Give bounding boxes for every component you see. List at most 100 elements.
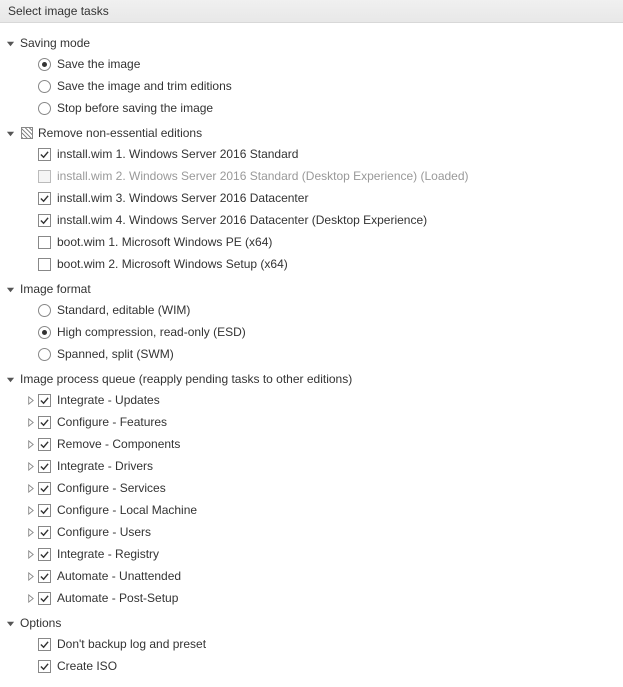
expand-toggle-icon[interactable]	[22, 440, 38, 449]
tree-item[interactable]: Configure - Users	[22, 521, 619, 543]
checkbox[interactable]	[38, 416, 51, 429]
checkbox[interactable]	[38, 548, 51, 561]
item-label: Configure - Features	[57, 415, 167, 429]
tree-item[interactable]: Save the image	[22, 53, 619, 75]
expand-toggle-icon[interactable]	[22, 484, 38, 493]
tree-item[interactable]: Configure - Features	[22, 411, 619, 433]
item-label: boot.wim 2. Microsoft Windows Setup (x64…	[57, 257, 288, 271]
expand-toggle-icon[interactable]	[4, 283, 16, 295]
tree-item[interactable]: High compression, read-only (ESD)	[22, 321, 619, 343]
section-label: Remove non-essential editions	[38, 126, 202, 140]
radio-button[interactable]	[38, 348, 51, 361]
tree-item[interactable]: Standard, editable (WIM)	[22, 299, 619, 321]
tree-item[interactable]: boot.wim 2. Microsoft Windows Setup (x64…	[22, 253, 619, 275]
checkbox[interactable]	[38, 526, 51, 539]
item-label: Configure - Local Machine	[57, 503, 197, 517]
expand-toggle-icon[interactable]	[4, 37, 16, 49]
item-label: High compression, read-only (ESD)	[57, 325, 246, 339]
checkbox[interactable]	[38, 214, 51, 227]
item-label: Configure - Users	[57, 525, 151, 539]
tree-item[interactable]: install.wim 4. Windows Server 2016 Datac…	[22, 209, 619, 231]
item-label: Standard, editable (WIM)	[57, 303, 190, 317]
tree-item[interactable]: Don't backup log and preset	[22, 633, 619, 655]
expand-toggle-icon[interactable]	[22, 506, 38, 515]
item-label: boot.wim 1. Microsoft Windows PE (x64)	[57, 235, 272, 249]
panel-title: Select image tasks	[8, 4, 109, 18]
tree-item[interactable]: Save the image and trim editions	[22, 75, 619, 97]
checkbox[interactable]	[38, 460, 51, 473]
radio-button[interactable]	[38, 102, 51, 115]
item-label: Automate - Post-Setup	[57, 591, 178, 605]
item-label: Stop before saving the image	[57, 101, 213, 115]
item-label: install.wim 1. Windows Server 2016 Stand…	[57, 147, 298, 161]
section-header-saving-mode[interactable]: Saving mode	[4, 33, 619, 53]
checkbox[interactable]	[38, 660, 51, 673]
checkbox[interactable]	[38, 570, 51, 583]
item-label: Create ISO	[57, 659, 117, 673]
radio-button[interactable]	[38, 304, 51, 317]
tree-item[interactable]: Integrate - Drivers	[22, 455, 619, 477]
item-label: Save the image	[57, 57, 140, 71]
section-label: Image process queue (reapply pending tas…	[20, 372, 352, 386]
section-children: Don't backup log and preset Create ISO	[22, 633, 619, 677]
item-label: Integrate - Updates	[57, 393, 160, 407]
expand-toggle-icon[interactable]	[22, 572, 38, 581]
item-label: Integrate - Registry	[57, 547, 159, 561]
section-header-options[interactable]: Options	[4, 613, 619, 633]
tree-item[interactable]: install.wim 1. Windows Server 2016 Stand…	[22, 143, 619, 165]
expand-toggle-icon[interactable]	[22, 418, 38, 427]
panel-header: Select image tasks	[0, 0, 623, 23]
item-label: Integrate - Drivers	[57, 459, 153, 473]
checkbox[interactable]	[38, 482, 51, 495]
section-label: Saving mode	[20, 36, 90, 50]
section-header-remove-editions[interactable]: Remove non-essential editions	[4, 123, 619, 143]
checkbox[interactable]	[38, 504, 51, 517]
checkbox[interactable]	[38, 638, 51, 651]
tree-item[interactable]: boot.wim 1. Microsoft Windows PE (x64)	[22, 231, 619, 253]
checkbox[interactable]	[38, 148, 51, 161]
expand-toggle-icon[interactable]	[4, 373, 16, 385]
radio-button[interactable]	[38, 58, 51, 71]
section-options: Options Don't backup log and preset Create…	[4, 613, 619, 677]
section-process-queue: Image process queue (reapply pending tas…	[4, 369, 619, 609]
tree-item[interactable]: Automate - Unattended	[22, 565, 619, 587]
tree-item: install.wim 2. Windows Server 2016 Stand…	[22, 165, 619, 187]
tree-item[interactable]: Stop before saving the image	[22, 97, 619, 119]
radio-button[interactable]	[38, 80, 51, 93]
checkbox[interactable]	[38, 236, 51, 249]
radio-button[interactable]	[38, 326, 51, 339]
expand-toggle-icon[interactable]	[22, 594, 38, 603]
checkbox[interactable]	[38, 438, 51, 451]
expand-toggle-icon[interactable]	[4, 617, 16, 629]
item-label: Save the image and trim editions	[57, 79, 232, 93]
tree-item[interactable]: Configure - Local Machine	[22, 499, 619, 521]
item-label: install.wim 2. Windows Server 2016 Stand…	[57, 169, 469, 183]
section-image-format: Image format Standard, editable (WIM) High…	[4, 279, 619, 365]
expand-toggle-icon[interactable]	[22, 396, 38, 405]
checkbox[interactable]	[38, 394, 51, 407]
section-label: Image format	[20, 282, 91, 296]
checkbox[interactable]	[38, 192, 51, 205]
section-children: Integrate - Updates Configure - Features R…	[22, 389, 619, 609]
expand-toggle-icon[interactable]	[22, 550, 38, 559]
section-label: Options	[20, 616, 61, 630]
tree-item[interactable]: Spanned, split (SWM)	[22, 343, 619, 365]
section-header-process-queue[interactable]: Image process queue (reapply pending tas…	[4, 369, 619, 389]
tree-item[interactable]: Integrate - Updates	[22, 389, 619, 411]
tree-item[interactable]: Automate - Post-Setup	[22, 587, 619, 609]
item-label: Don't backup log and preset	[57, 637, 206, 651]
section-header-image-format[interactable]: Image format	[4, 279, 619, 299]
expand-toggle-icon[interactable]	[4, 127, 16, 139]
tree-item[interactable]: install.wim 3. Windows Server 2016 Datac…	[22, 187, 619, 209]
section-remove-editions: Remove non-essential editions install.wim…	[4, 123, 619, 275]
tree-item[interactable]: Remove - Components	[22, 433, 619, 455]
tree-item[interactable]: Integrate - Registry	[22, 543, 619, 565]
tree-item[interactable]: Create ISO	[22, 655, 619, 677]
tree-item[interactable]: Configure - Services	[22, 477, 619, 499]
expand-toggle-icon[interactable]	[22, 462, 38, 471]
checkbox[interactable]	[38, 592, 51, 605]
checkbox	[38, 170, 51, 183]
expand-toggle-icon[interactable]	[22, 528, 38, 537]
checkbox[interactable]	[38, 258, 51, 271]
task-tree: Saving mode Save the image Save the image …	[0, 23, 623, 687]
